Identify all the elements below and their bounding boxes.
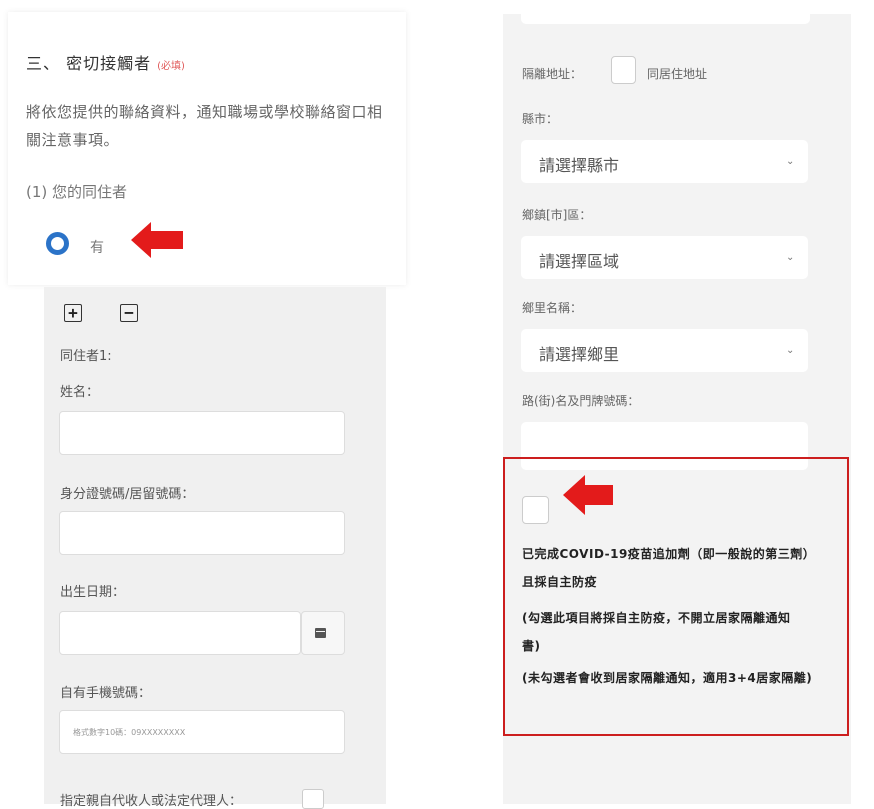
red-arrow-icon (563, 475, 613, 515)
name-input[interactable] (59, 411, 345, 455)
calendar-icon (315, 628, 326, 638)
street-label: 路(街)名及門牌號碼： (522, 394, 640, 408)
plus-icon[interactable]: + (64, 304, 82, 322)
county-select-value: 請選擇縣市 (539, 156, 620, 175)
radio-yes-label: 有 (90, 240, 104, 256)
cohabitant-heading: 同住者1: (60, 349, 112, 364)
mobile-placeholder: 格式數字10碼：09XXXXXXXX (73, 728, 186, 737)
village-select-value: 請選擇鄉里 (539, 345, 620, 364)
red-arrow-icon (131, 222, 183, 258)
booster-note-quarantine: (未勾選者會收到居家隔離通知，適用3+4居家隔離) (522, 671, 813, 685)
minus-icon[interactable]: − (120, 304, 138, 322)
guardian-checkbox[interactable] (302, 789, 324, 809)
chevron-down-icon: ⌄ (786, 252, 795, 263)
radio-yes[interactable] (46, 232, 69, 255)
mobile-label: 自有手機號碼： (60, 686, 152, 701)
required-tag: (必填) (157, 61, 185, 72)
district-label: 鄉鎮[市]區： (522, 208, 592, 222)
id-input[interactable] (59, 511, 345, 555)
booster-checkbox[interactable] (522, 496, 549, 524)
address-label: 隔離地址： (522, 67, 583, 81)
same-address-label: 同居住地址 (647, 67, 708, 81)
id-label: 身分證號碼/居留號碼： (60, 487, 195, 502)
previous-input[interactable] (521, 0, 810, 24)
village-label: 鄉里名稱： (522, 301, 583, 315)
booster-note-self: (勾選此項目將採自主防疫，不開立居家隔離通知書) (522, 611, 791, 653)
chevron-down-icon: ⌄ (786, 156, 795, 167)
district-select-value: 請選擇區域 (539, 252, 620, 271)
birthdate-input[interactable] (59, 611, 301, 655)
highlight-box (503, 457, 849, 736)
same-address-checkbox[interactable] (611, 56, 636, 84)
chevron-down-icon: ⌄ (786, 345, 795, 356)
guardian-label: 指定親自代收人或法定代理人： (60, 794, 243, 809)
booster-note: 已完成COVID-19疫苗追加劑（即一般說的第三劑）且採自主防疫 (522, 547, 816, 589)
section-title: 三、 密切接觸者 (必填) (26, 54, 185, 73)
birth-label: 出生日期： (60, 585, 126, 600)
section-description: 將依您提供的聯絡資料，通知職場或學校聯絡窗口相關注意事項。 (26, 103, 383, 149)
cohabitant-question: (1) 您的同住者 (26, 183, 128, 201)
name-label: 姓名： (60, 385, 100, 400)
county-label: 縣市： (522, 112, 559, 126)
